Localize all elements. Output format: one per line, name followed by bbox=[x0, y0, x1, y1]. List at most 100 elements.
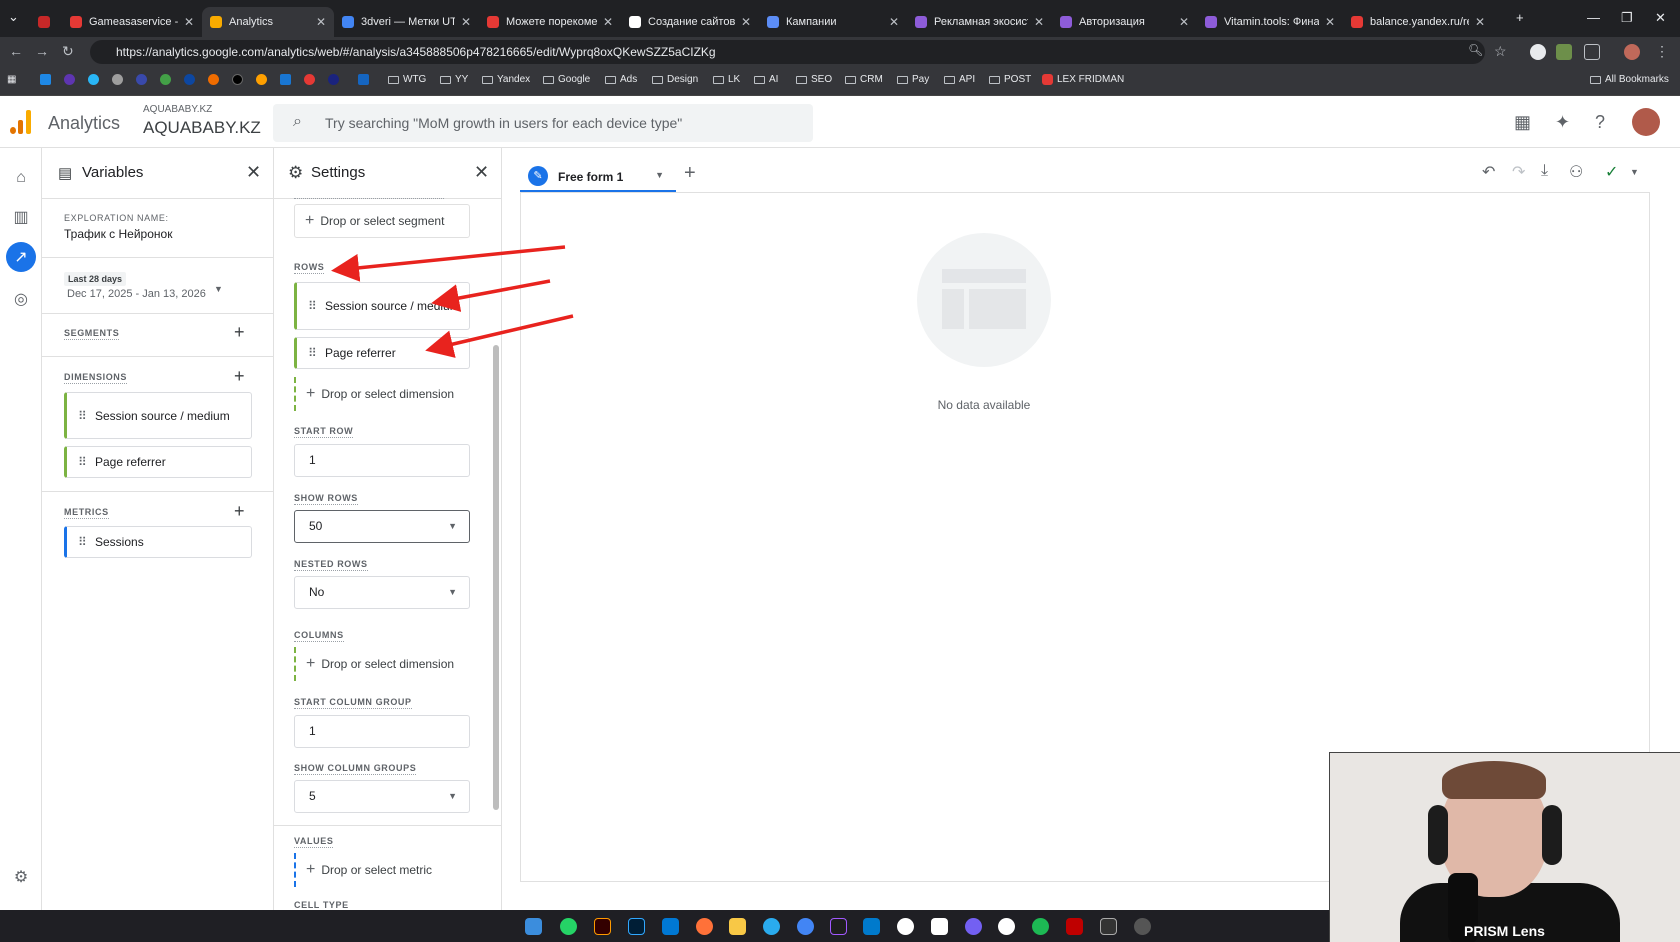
extensions-puzzle-icon[interactable] bbox=[1584, 44, 1600, 60]
spotify-icon[interactable] bbox=[1032, 918, 1049, 935]
cloud-app-icon[interactable] bbox=[662, 918, 679, 935]
tab-close-icon[interactable]: ✕ bbox=[741, 15, 751, 29]
file-explorer-icon[interactable] bbox=[729, 918, 746, 935]
exploration-name-input[interactable]: Трафик с Нейронок bbox=[64, 227, 172, 241]
home-icon[interactable]: ⌂ bbox=[10, 167, 32, 189]
drag-handle-icon[interactable]: ⠿ bbox=[308, 298, 317, 314]
start-column-group-input[interactable]: 1 bbox=[294, 715, 470, 748]
nested-rows-select[interactable]: No ▼ bbox=[294, 576, 470, 609]
tab-close-icon[interactable]: ✕ bbox=[316, 15, 326, 29]
bookmark-icon[interactable] bbox=[328, 74, 339, 85]
zoom-icon[interactable]: 🔍︎ bbox=[1468, 43, 1483, 57]
bookmark-icon[interactable] bbox=[40, 74, 51, 85]
drag-handle-icon[interactable]: ⠿ bbox=[78, 534, 87, 550]
filezilla-icon[interactable] bbox=[1066, 918, 1083, 935]
add-segment-icon[interactable]: + bbox=[234, 322, 245, 343]
row-dimension-chip[interactable]: ⠿ Session source / medium bbox=[294, 282, 470, 330]
show-rows-select[interactable]: 50 ▼ bbox=[294, 510, 470, 543]
chrome-icon[interactable] bbox=[797, 918, 814, 935]
bookmark-icon[interactable] bbox=[112, 74, 123, 85]
bookmark-folder[interactable]: SEO bbox=[796, 74, 832, 85]
telegram-icon[interactable] bbox=[763, 918, 780, 935]
admin-gear-icon[interactable]: ⚙ bbox=[10, 866, 32, 888]
settings-scrollbar[interactable] bbox=[493, 345, 499, 810]
tab-close-icon[interactable]: ✕ bbox=[1179, 15, 1189, 29]
download-icon[interactable]: ⤓ bbox=[1541, 162, 1548, 180]
avatar[interactable] bbox=[1632, 108, 1660, 136]
back-icon[interactable]: ← bbox=[9, 43, 23, 59]
bookmark-icon[interactable] bbox=[232, 74, 243, 85]
reports-icon[interactable]: ▥ bbox=[10, 206, 32, 228]
url-field[interactable]: https://analytics.google.com/analytics/w… bbox=[90, 40, 1485, 64]
pinned-tab[interactable] bbox=[30, 7, 60, 37]
bookmark-folder[interactable]: LEX FRIDMAN bbox=[1042, 74, 1124, 85]
camera-app-icon[interactable] bbox=[1100, 918, 1117, 935]
forward-icon[interactable]: → bbox=[35, 43, 49, 59]
minimize-icon[interactable]: — bbox=[1587, 10, 1600, 25]
bookmark-icon[interactable] bbox=[256, 74, 267, 85]
viber-icon[interactable] bbox=[965, 918, 982, 935]
tab-free-form-1[interactable]: ✎ Free form 1 ▼ bbox=[520, 158, 676, 192]
bookmark-icon[interactable] bbox=[184, 74, 195, 85]
metric-drop-zone[interactable]: + Drop or select metric bbox=[294, 853, 470, 887]
bookmark-folder[interactable]: API bbox=[944, 74, 975, 85]
bookmark-icon[interactable] bbox=[208, 74, 219, 85]
tab-close-icon[interactable]: ✕ bbox=[1034, 15, 1044, 29]
metric-chip[interactable]: ⠿ Sessions bbox=[64, 526, 252, 558]
restore-icon[interactable]: ❐ bbox=[1621, 10, 1633, 26]
browser-menu-icon[interactable]: ⋮ bbox=[1655, 43, 1669, 60]
chevron-down-icon[interactable]: ▼ bbox=[1630, 167, 1639, 177]
firefox-icon[interactable] bbox=[696, 918, 713, 935]
close-window-icon[interactable]: ✕ bbox=[1655, 10, 1666, 26]
check-circle-icon[interactable]: ✓ bbox=[1605, 162, 1618, 182]
new-tab-button[interactable]: + bbox=[1516, 10, 1524, 25]
all-bookmarks[interactable]: All Bookmarks bbox=[1590, 74, 1669, 85]
apps-grid-icon[interactable]: ▦ bbox=[7, 74, 16, 85]
browser-tab[interactable]: Рекламная экосистем ✕ bbox=[907, 7, 1052, 37]
bookmark-icon[interactable] bbox=[88, 74, 99, 85]
row-dimension-drop-zone[interactable]: + Drop or select dimension bbox=[294, 377, 470, 411]
browser-tab[interactable]: Авторизация ✕ bbox=[1052, 7, 1197, 37]
search-bar[interactable]: ⌕ Try searching "MoM growth in users for… bbox=[273, 104, 813, 142]
explore-icon[interactable]: ↗ bbox=[6, 242, 36, 272]
show-column-groups-select[interactable]: 5 ▼ bbox=[294, 780, 470, 813]
notion-icon[interactable] bbox=[931, 918, 948, 935]
browser-tab[interactable]: Gameasaservice - Bor ✕ bbox=[62, 7, 202, 37]
profile-avatar-icon[interactable] bbox=[1624, 44, 1640, 60]
bookmark-icon[interactable] bbox=[358, 74, 369, 85]
tab-close-icon[interactable]: ✕ bbox=[1475, 15, 1485, 29]
dimension-chip[interactable]: ⠿ Session source / medium bbox=[64, 392, 252, 439]
bookmark-folder[interactable]: LK bbox=[713, 74, 740, 85]
illustrator-icon[interactable] bbox=[594, 918, 611, 935]
add-metric-icon[interactable]: + bbox=[234, 501, 245, 522]
chatgpt-icon[interactable] bbox=[897, 918, 914, 935]
bookmark-folder[interactable]: CRM bbox=[845, 74, 883, 85]
dimension-chip[interactable]: ⠿ Page referrer bbox=[64, 446, 252, 478]
figma-icon[interactable] bbox=[830, 918, 847, 935]
chevron-down-icon[interactable]: ▼ bbox=[214, 284, 223, 294]
tab-close-icon[interactable]: ✕ bbox=[461, 15, 471, 29]
extension-icon[interactable] bbox=[1556, 44, 1572, 60]
bookmark-icon[interactable] bbox=[280, 74, 291, 85]
windows-start-icon[interactable] bbox=[525, 918, 542, 935]
redo-icon[interactable]: ↷ bbox=[1512, 162, 1525, 182]
bookmark-folder[interactable]: Yandex bbox=[482, 74, 530, 85]
bookmark-folder[interactable]: AI bbox=[754, 74, 778, 85]
github-icon[interactable] bbox=[998, 918, 1015, 935]
extension-v-icon[interactable] bbox=[1530, 44, 1546, 60]
ai-sparkle-icon[interactable]: ✦ bbox=[1555, 112, 1570, 133]
bookmark-star-icon[interactable]: ☆ bbox=[1494, 43, 1507, 60]
row-dimension-chip[interactable]: ⠿ Page referrer bbox=[294, 337, 470, 369]
browser-tab[interactable]: 3dveri — Метки UTM ✕ bbox=[334, 7, 479, 37]
analytics-logo-icon[interactable] bbox=[10, 110, 34, 134]
bookmark-icon[interactable] bbox=[136, 74, 147, 85]
account-name[interactable]: AQUABABY.KZ bbox=[143, 104, 212, 115]
browser-tab[interactable]: Можете порекоменд ✕ bbox=[479, 7, 621, 37]
browser-tab[interactable]: Кампании ✕ bbox=[759, 7, 907, 37]
undo-icon[interactable]: ↶ bbox=[1482, 162, 1495, 182]
advertising-icon[interactable]: ◎ bbox=[10, 288, 32, 310]
add-dimension-icon[interactable]: + bbox=[234, 366, 245, 387]
browser-tab[interactable]: Vitamin.tools: Финанс ✕ bbox=[1197, 7, 1343, 37]
drag-handle-icon[interactable]: ⠿ bbox=[78, 454, 87, 470]
column-dimension-drop-zone[interactable]: + Drop or select dimension bbox=[294, 647, 470, 681]
